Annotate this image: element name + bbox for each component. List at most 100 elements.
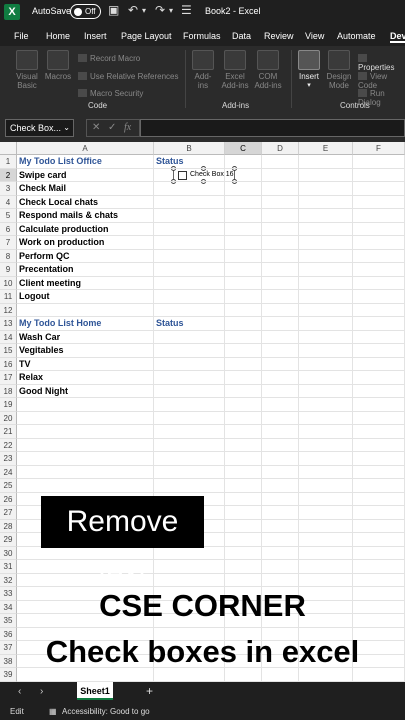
insert-function-icon[interactable]: fx	[124, 120, 131, 136]
properties-button[interactable]: Properties	[358, 54, 405, 72]
tab-home[interactable]: Home	[46, 31, 70, 41]
addins-button[interactable]: Add-ins	[190, 50, 216, 90]
enter-icon[interactable]: ✓	[108, 120, 116, 136]
column-header-c[interactable]: C	[225, 142, 262, 155]
previous-sheet-icon[interactable]: ‹	[18, 686, 21, 697]
cell-a11[interactable]: Logout	[19, 290, 50, 303]
row-header-17[interactable]: 17	[0, 371, 17, 385]
row-header-9[interactable]: 9	[0, 263, 17, 277]
macro-recording-icon[interactable]: ▦	[49, 707, 57, 716]
cell-a7[interactable]: Work on production	[19, 236, 104, 249]
column-header-a[interactable]: A	[17, 142, 154, 155]
cell-a2[interactable]: Swipe card	[19, 169, 67, 182]
visual-basic-button[interactable]: Visual Basic	[10, 50, 44, 90]
row-header-15[interactable]: 15	[0, 344, 17, 358]
cell-a6[interactable]: Calculate production	[19, 223, 109, 236]
row-header-31[interactable]: 31	[0, 560, 17, 574]
cell-a14[interactable]: Wash Car	[19, 331, 60, 344]
tab-data[interactable]: Data	[232, 31, 251, 41]
row-header-22[interactable]: 22	[0, 438, 17, 452]
customize-toolbar-icon[interactable]: ☰	[181, 3, 192, 17]
macros-button[interactable]: Macros	[44, 50, 72, 81]
row-header-13[interactable]: 13	[0, 317, 17, 331]
cell-a1[interactable]: My Todo List Office	[19, 155, 102, 168]
select-all-corner[interactable]	[0, 142, 17, 155]
cell-b13[interactable]: Status	[156, 317, 184, 330]
row-header-18[interactable]: 18	[0, 384, 17, 398]
row-header-24[interactable]: 24	[0, 465, 17, 479]
column-header-e[interactable]: E	[299, 142, 353, 155]
sheet-tab[interactable]: Sheet1	[77, 682, 113, 700]
redo-dropdown-icon[interactable]: ▾	[169, 6, 173, 15]
cell-a4[interactable]: Check Local chats	[19, 196, 98, 209]
row-header-30[interactable]: 30	[0, 546, 17, 560]
row-header-25[interactable]: 25	[0, 479, 17, 493]
com-addins-button[interactable]: COM Add-ins	[253, 50, 283, 90]
row-header-3[interactable]: 3	[0, 182, 17, 196]
row-header-8[interactable]: 8	[0, 249, 17, 263]
cell-a10[interactable]: Client meeting	[19, 277, 81, 290]
column-header-f[interactable]: F	[353, 142, 405, 155]
tab-formulas[interactable]: Formulas	[183, 31, 221, 41]
insert-control-button[interactable]: Insert ▾	[296, 50, 322, 90]
undo-dropdown-icon[interactable]: ▾	[142, 6, 146, 15]
row-header-14[interactable]: 14	[0, 330, 17, 344]
autosave-toggle[interactable]: Off	[70, 4, 101, 19]
row-header-10[interactable]: 10	[0, 276, 17, 290]
cell-a3[interactable]: Check Mail	[19, 182, 66, 195]
cell-a17[interactable]: Relax	[19, 371, 43, 384]
cell-a18[interactable]: Good Night	[19, 385, 68, 398]
row-header-23[interactable]: 23	[0, 452, 17, 466]
undo-icon[interactable]: ↶	[128, 3, 138, 17]
add-sheet-icon[interactable]: +	[146, 684, 153, 698]
row-header-32[interactable]: 32	[0, 573, 17, 587]
tab-page-layout[interactable]: Page Layout	[121, 31, 172, 41]
redo-icon[interactable]: ↷	[155, 3, 165, 17]
design-mode-button[interactable]: Design Mode	[324, 50, 354, 90]
chevron-down-icon[interactable]: ⌄	[63, 120, 70, 136]
tab-file[interactable]: File	[14, 31, 29, 41]
row-header-19[interactable]: 19	[0, 398, 17, 412]
row-header-21[interactable]: 21	[0, 425, 17, 439]
row-header-20[interactable]: 20	[0, 411, 17, 425]
save-icon[interactable]: ▣	[108, 3, 119, 17]
row-header-12[interactable]: 12	[0, 303, 17, 317]
row-header-11[interactable]: 11	[0, 290, 17, 304]
macro-security-button[interactable]: Macro Security	[78, 89, 143, 98]
checkbox-square-icon[interactable]	[178, 171, 187, 180]
name-box[interactable]: Check Box... ⌄	[5, 119, 74, 137]
use-relative-references-button[interactable]: Use Relative References	[78, 72, 178, 81]
row-header-5[interactable]: 5	[0, 209, 17, 223]
tab-view[interactable]: View	[305, 31, 324, 41]
row-header-7[interactable]: 7	[0, 236, 17, 250]
row-header-26[interactable]: 26	[0, 492, 17, 506]
cell-b1[interactable]: Status	[156, 155, 184, 168]
row-header-27[interactable]: 27	[0, 506, 17, 520]
row-header-6[interactable]: 6	[0, 222, 17, 236]
row-header-28[interactable]: 28	[0, 519, 17, 533]
row-header-1[interactable]: 1	[0, 155, 17, 169]
column-header-d[interactable]: D	[262, 142, 299, 155]
cell-a5[interactable]: Respond mails & chats	[19, 209, 118, 222]
tab-developer[interactable]: Dev	[390, 31, 405, 43]
excel-addins-button[interactable]: Excel Add-ins	[220, 50, 250, 90]
check-box-16[interactable]: Check Box 16	[171, 166, 237, 184]
column-header-b[interactable]: B	[154, 142, 225, 155]
formula-input[interactable]	[140, 119, 405, 137]
row-header-16[interactable]: 16	[0, 357, 17, 371]
tab-review[interactable]: Review	[264, 31, 294, 41]
tab-insert[interactable]: Insert	[84, 31, 107, 41]
row-header-29[interactable]: 29	[0, 533, 17, 547]
cell-a8[interactable]: Perform QC	[19, 250, 70, 263]
cell-a9[interactable]: Precentation	[19, 263, 74, 276]
cancel-icon[interactable]: ✕	[92, 120, 100, 136]
cell-a13[interactable]: My Todo List Home	[19, 317, 101, 330]
accessibility-status[interactable]: Accessibility: Good to go	[62, 707, 150, 716]
next-sheet-icon[interactable]: ›	[40, 686, 43, 697]
cell-a15[interactable]: Vegitables	[19, 344, 64, 357]
row-header-2[interactable]: 2	[0, 168, 17, 182]
record-macro-button[interactable]: Record Macro	[78, 54, 140, 63]
tab-automate[interactable]: Automate	[337, 31, 376, 41]
view-code-button[interactable]: View Code	[358, 72, 405, 90]
cell-a16[interactable]: TV	[19, 358, 31, 371]
